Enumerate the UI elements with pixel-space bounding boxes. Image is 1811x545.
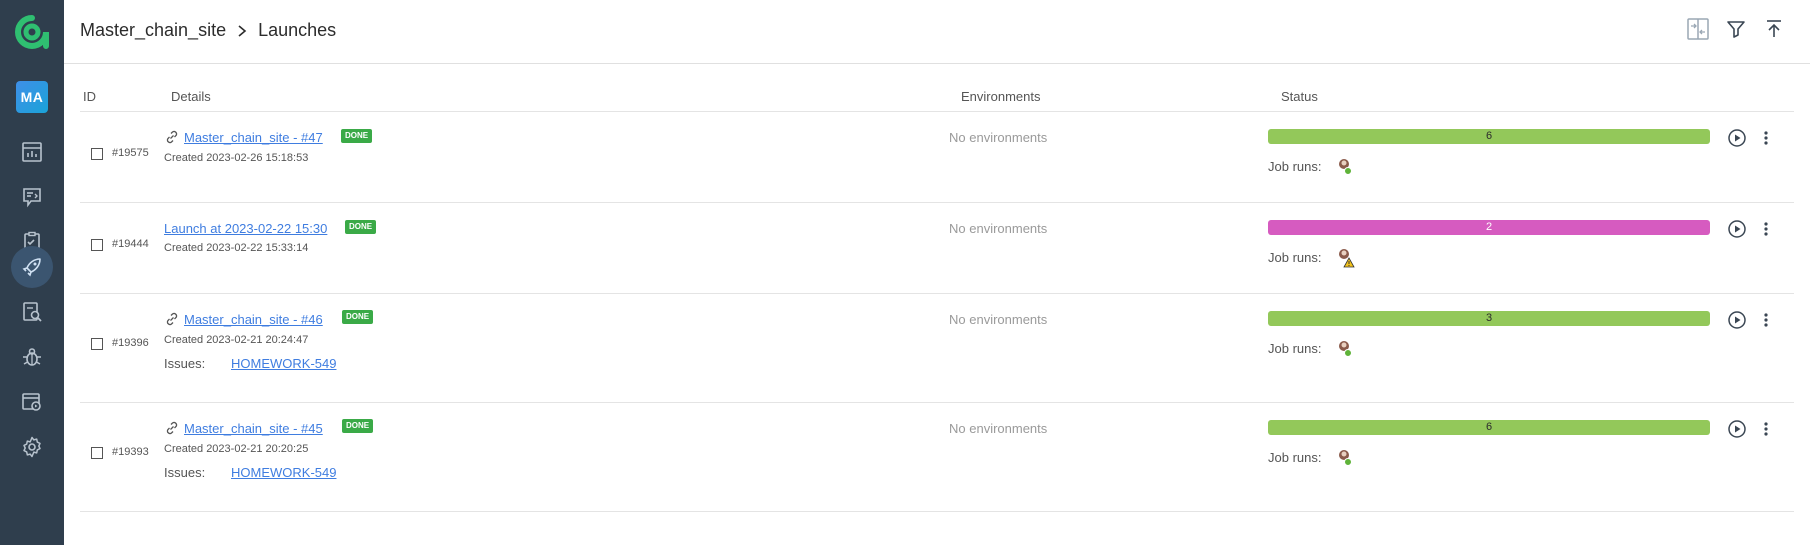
issue-link[interactable]: HOMEWORK-549 — [231, 465, 336, 480]
launch-title-link[interactable]: Master_chain_site - #47 — [184, 130, 323, 145]
more-actions-icon[interactable] — [1760, 419, 1772, 439]
allure-logo-icon[interactable] — [15, 15, 49, 49]
row-checkbox[interactable] — [91, 447, 103, 459]
table-row[interactable]: #19393 Master_chain_site - #45 DONE Crea… — [80, 403, 1794, 512]
job-run-avatar-icon[interactable] — [1337, 158, 1353, 176]
column-status[interactable]: Status — [1281, 89, 1318, 104]
analytics-icon[interactable] — [11, 291, 53, 333]
status-progress-bar[interactable]: 3 — [1268, 311, 1710, 326]
environments-value: No environments — [949, 312, 1048, 327]
page-title: Launches — [258, 20, 337, 40]
more-actions-icon[interactable] — [1760, 310, 1772, 330]
job-run-avatar-icon[interactable] — [1337, 449, 1353, 467]
row-checkbox[interactable] — [91, 239, 103, 251]
chevron-right-icon — [236, 24, 248, 38]
environments-value: No environments — [949, 221, 1048, 236]
test-cases-icon[interactable] — [11, 176, 53, 218]
launches-icon[interactable] — [11, 246, 53, 288]
column-id[interactable]: ID — [83, 89, 96, 104]
created-date: Created 2023-02-26 15:18:53 — [164, 152, 309, 164]
column-details[interactable]: Details — [171, 89, 211, 104]
job-runs-label: Job runs: — [1268, 159, 1322, 174]
breadcrumb: Master_chain_site Launches — [80, 20, 336, 41]
launch-id: #19396 — [112, 337, 149, 349]
launch-id: #19444 — [112, 238, 149, 250]
launch-title-link[interactable]: Launch at 2023-02-22 15:30 — [164, 221, 327, 236]
job-runs-label: Job runs: — [1268, 341, 1322, 356]
launch-id: #19393 — [112, 446, 149, 458]
page-header: Master_chain_site Launches — [64, 0, 1810, 64]
more-actions-icon[interactable] — [1760, 128, 1772, 148]
run-icon[interactable] — [1727, 128, 1747, 148]
jobs-icon[interactable] — [11, 381, 53, 423]
status-progress-bar[interactable]: 6 — [1268, 129, 1710, 144]
job-run-avatar-icon[interactable] — [1337, 340, 1353, 358]
upload-icon[interactable] — [1762, 17, 1786, 41]
launches-table: ID Details Environments Status #19575 Ma… — [80, 64, 1794, 512]
row-checkbox[interactable] — [91, 338, 103, 350]
status-progress-bar[interactable]: 6 — [1268, 420, 1710, 435]
table-row[interactable]: #19396 Master_chain_site - #46 DONE Crea… — [80, 294, 1794, 403]
issues-label: Issues: — [164, 465, 206, 480]
issue-link[interactable]: HOMEWORK-549 — [231, 356, 336, 371]
compare-icon[interactable] — [1686, 17, 1710, 41]
header-actions — [1686, 17, 1786, 41]
job-runs-label: Job runs: — [1268, 450, 1322, 465]
table-row[interactable]: #19444 Launch at 2023-02-22 15:30 DONE C… — [80, 203, 1794, 294]
link-icon — [164, 311, 180, 327]
created-date: Created 2023-02-21 20:20:25 — [164, 443, 309, 455]
link-icon — [164, 420, 180, 436]
breadcrumb-project[interactable]: Master_chain_site — [80, 20, 226, 41]
row-checkbox[interactable] — [91, 148, 103, 160]
issues-label: Issues: — [164, 356, 206, 371]
filter-icon[interactable] — [1724, 17, 1748, 41]
job-runs-label: Job runs: — [1268, 250, 1322, 265]
launch-title-link[interactable]: Master_chain_site - #45 — [184, 421, 323, 436]
created-date: Created 2023-02-21 20:24:47 — [164, 334, 309, 346]
status-badge: DONE — [345, 220, 377, 234]
defects-icon[interactable] — [11, 336, 53, 378]
launch-title-link[interactable]: Master_chain_site - #46 — [184, 312, 323, 327]
column-environments[interactable]: Environments — [961, 89, 1040, 104]
run-icon[interactable] — [1727, 310, 1747, 330]
table-row[interactable]: #19575 Master_chain_site - #47 DONE Crea… — [80, 112, 1794, 203]
status-badge: DONE — [342, 419, 374, 433]
status-progress-bar[interactable]: 2 — [1268, 220, 1710, 235]
link-icon — [164, 129, 180, 145]
sidebar: MA — [0, 0, 64, 545]
status-badge: DONE — [341, 129, 373, 143]
more-actions-icon[interactable] — [1760, 219, 1772, 239]
job-run-avatar-icon[interactable] — [1337, 248, 1355, 268]
status-badge: DONE — [342, 310, 374, 324]
dashboards-icon[interactable] — [11, 131, 53, 173]
project-badge[interactable]: MA — [16, 81, 48, 113]
environments-value: No environments — [949, 130, 1048, 145]
run-icon[interactable] — [1727, 419, 1747, 439]
launch-id: #19575 — [112, 147, 149, 159]
settings-icon[interactable] — [11, 426, 53, 468]
environments-value: No environments — [949, 421, 1048, 436]
created-date: Created 2023-02-22 15:33:14 — [164, 242, 309, 254]
run-icon[interactable] — [1727, 219, 1747, 239]
table-header: ID Details Environments Status — [80, 64, 1794, 112]
